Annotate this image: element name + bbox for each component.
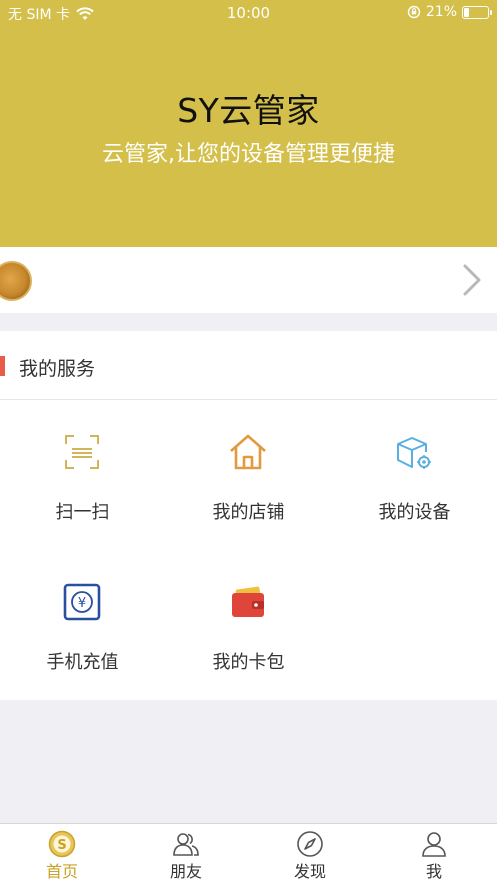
tab-bar: S 首页 朋友 发现 我 (0, 823, 497, 883)
service-recharge[interactable]: ¥ 手机充值 (0, 582, 165, 712)
tab-label: 发现 (293, 862, 326, 881)
service-wallet[interactable]: 我的卡包 (166, 582, 331, 712)
svg-text:¥: ¥ (78, 596, 86, 611)
services-panel: 我的服务 扫一扫 我的店铺 我的设备 ¥ 手机充值 我的卡包 (0, 331, 497, 700)
device-icon (397, 437, 431, 469)
profile-row[interactable] (0, 247, 497, 313)
service-label: 扫一扫 (55, 502, 110, 523)
service-scan[interactable]: 扫一扫 (0, 432, 165, 562)
wallet-icon (232, 586, 264, 617)
svg-text:S: S (57, 838, 66, 853)
app-subtitle: 云管家,让您的设备管理更便捷 (102, 142, 395, 167)
app-title: SY云管家 (177, 91, 320, 130)
recharge-icon: ¥ (63, 583, 101, 621)
chevron-right-icon[interactable] (461, 263, 483, 297)
status-right: 21% (407, 4, 492, 20)
tab-discover[interactable]: 发现 (248, 824, 372, 883)
tab-label: 我 (425, 862, 442, 881)
scan-icon (65, 435, 99, 469)
home-icon: S (48, 830, 76, 858)
tab-label: 朋友 (169, 862, 202, 881)
services-header: 我的服务 (0, 331, 497, 400)
shop-icon (230, 434, 266, 470)
service-device[interactable]: 我的设备 (332, 432, 497, 562)
tab-friends[interactable]: 朋友 (124, 824, 248, 883)
battery-icon (462, 5, 492, 19)
compass-icon (297, 831, 323, 857)
service-shop[interactable]: 我的店铺 (166, 432, 331, 562)
tab-home[interactable]: S 首页 (0, 824, 124, 883)
section-accent-bar (0, 356, 5, 376)
tab-label: 首页 (45, 862, 78, 881)
status-bar: 无 SIM 卡 10:00 21% (0, 0, 497, 26)
tab-me[interactable]: 我 (372, 824, 496, 883)
service-label: 我的店铺 (212, 502, 285, 523)
section-title: 我的服务 (19, 358, 96, 380)
battery-percent: 21% (425, 4, 457, 20)
user-icon (422, 832, 446, 857)
service-label: 我的设备 (378, 502, 451, 523)
friends-icon (173, 833, 199, 856)
service-label: 手机充值 (46, 652, 119, 673)
service-label: 我的卡包 (212, 652, 285, 673)
avatar[interactable] (0, 261, 32, 301)
header-banner: 无 SIM 卡 10:00 21% SY云管家 云管家,让您的设备管理更便捷 (0, 0, 497, 247)
orientation-lock-icon (407, 5, 421, 19)
